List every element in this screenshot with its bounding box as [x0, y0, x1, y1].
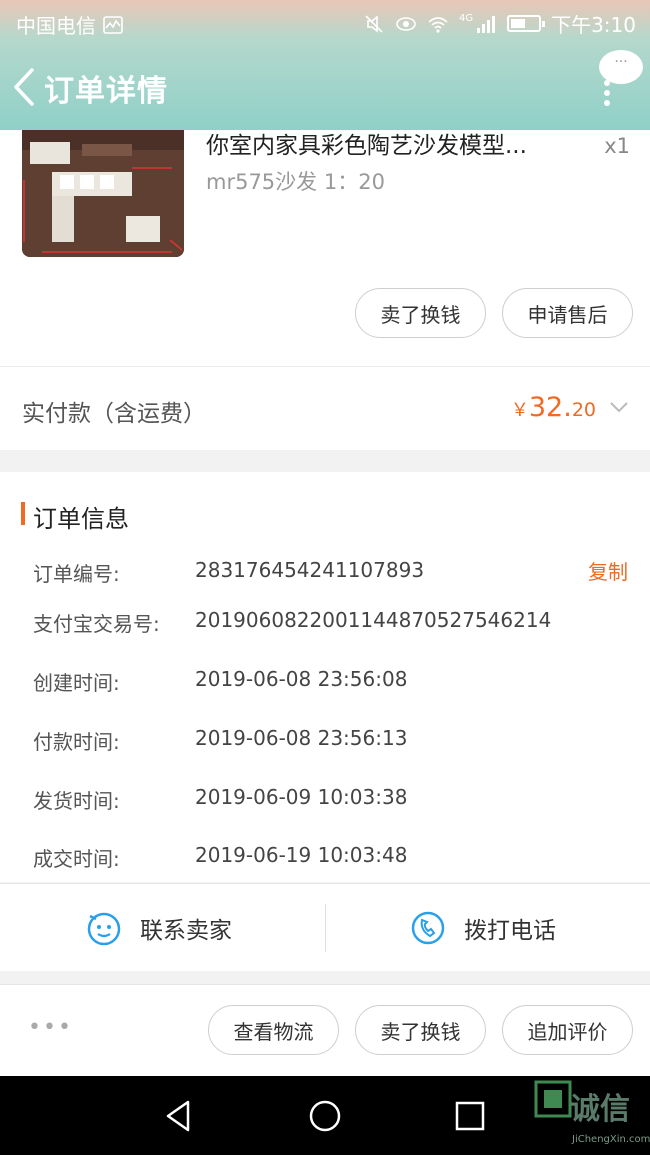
mute-icon	[365, 14, 383, 33]
back-arrow-icon[interactable]	[10, 66, 40, 108]
contact-divider	[325, 904, 326, 952]
status-bar: 中国电信 4G 下午3:10	[0, 0, 650, 44]
watermark-subtext: JiChengXin.com	[572, 1134, 650, 1145]
nav-header: 订单详情 ···	[0, 44, 650, 130]
paid-amount: ￥32.20	[511, 392, 596, 423]
carrier-group: 中国电信	[16, 10, 124, 39]
watermark-text: 诚信	[570, 1092, 630, 1127]
message-bubble-icon: ···	[614, 54, 628, 70]
contact-seller-label: 联系卖家	[140, 918, 232, 944]
overflow-menu-icon[interactable]	[600, 80, 614, 106]
copy-order-number-button[interactable]: 复制	[588, 556, 628, 585]
activity-icon	[103, 15, 123, 34]
call-phone-button[interactable]: 拨打电话	[410, 884, 556, 972]
wifi-icon	[428, 16, 448, 33]
section-accent-bar	[21, 502, 25, 525]
top-bar: 中国电信 4G 下午3:10 订单详情 ···	[0, 0, 650, 130]
clock: 下午3:10	[551, 13, 636, 37]
deal-time-label: 成交时间:	[33, 847, 120, 871]
view-logistics-button[interactable]: 查看物流	[208, 1005, 339, 1055]
paid-time-value: 2019-06-08 23:56:13	[195, 726, 408, 750]
deal-time-value: 2019-06-19 10:03:48	[195, 843, 408, 867]
amount-integer: 32.	[528, 392, 572, 423]
alipay-trade-label: 支付宝交易号:	[33, 612, 160, 636]
product-spec: mr575沙发 1：20	[206, 170, 385, 194]
more-actions-icon[interactable]: •••	[28, 1015, 73, 1040]
created-time-value: 2019-06-08 23:56:08	[195, 667, 408, 691]
product-title[interactable]: 你室内家具彩色陶艺沙发模型...	[206, 126, 586, 160]
sell-for-cash-button[interactable]: 卖了换钱	[355, 288, 486, 338]
paid-time-label: 付款时间:	[33, 730, 120, 754]
chat-face-icon	[87, 912, 121, 946]
currency-symbol: ￥	[510, 400, 529, 421]
status-right: 4G 下午3:10	[363, 9, 636, 38]
product-thumbnail[interactable]	[22, 130, 184, 257]
nav-back-icon[interactable]	[160, 1096, 200, 1136]
shipped-time-value: 2019-06-09 10:03:38	[195, 785, 408, 809]
system-nav-bar: 诚信 JiChengXin.com	[0, 1076, 650, 1155]
nav-recents-icon[interactable]	[450, 1096, 490, 1136]
bottom-action-bar: ••• 查看物流 卖了换钱 追加评价	[0, 984, 650, 1076]
sofa-image	[22, 130, 184, 257]
product-quantity: x1	[604, 134, 630, 158]
message-bubble-button[interactable]: ···	[599, 50, 643, 84]
phone-icon	[411, 911, 445, 945]
order-number-label: 订单编号:	[33, 562, 120, 586]
eye-icon	[396, 16, 416, 31]
add-review-button[interactable]: 追加评价	[502, 1005, 633, 1055]
watermark-emblem	[534, 1080, 572, 1118]
card-divider	[0, 366, 650, 367]
request-aftersale-button[interactable]: 申请售后	[502, 288, 633, 338]
paid-amount-label: 实付款（含运费）	[22, 401, 206, 427]
sell-for-cash-bottom-button[interactable]: 卖了换钱	[355, 1005, 486, 1055]
battery-icon	[507, 15, 546, 32]
alipay-trade-value: 2019060822001144870527546214	[195, 608, 552, 632]
chevron-down-icon[interactable]	[608, 396, 630, 418]
amount-decimal: 20	[571, 399, 596, 421]
call-phone-label: 拨打电话	[464, 918, 556, 944]
nav-home-icon[interactable]	[305, 1096, 345, 1136]
page-title: 订单详情	[44, 74, 168, 109]
order-number-value: 283176454241107893	[195, 558, 425, 582]
product-card: 你室内家具彩色陶艺沙发模型... mr575沙发 1：20 x1 卖了换钱 申请…	[0, 130, 650, 450]
order-info-title: 订单信息	[33, 505, 129, 533]
order-info-section: 订单信息 订单编号: 283176454241107893 复制 支付宝交易号:…	[0, 472, 650, 882]
contact-seller-button[interactable]: 联系卖家	[86, 884, 232, 972]
shipped-time-label: 发货时间:	[33, 789, 120, 813]
contact-bar: 联系卖家 拨打电话	[0, 883, 650, 971]
created-time-label: 创建时间:	[33, 671, 120, 695]
network-type: 4G	[458, 13, 474, 24]
carrier-name: 中国电信	[16, 14, 96, 38]
signal-icon	[477, 15, 496, 33]
